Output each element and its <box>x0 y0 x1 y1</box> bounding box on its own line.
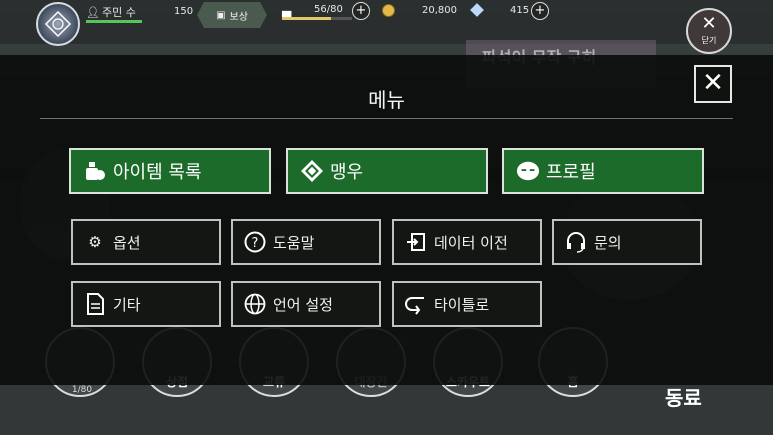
gold-value: 20,800 <box>422 5 457 16</box>
stamina-value: 56/80 <box>314 4 343 15</box>
help-icon: ? <box>243 230 267 254</box>
chest-icon: ▣ <box>216 9 226 21</box>
stamina-bar-fill <box>282 17 331 20</box>
inquiry-button[interactable]: 문의 <box>552 219 702 265</box>
help-button[interactable]: ? 도움말 <box>231 219 381 265</box>
item-list-button[interactable]: 아이템 목록 <box>69 148 271 194</box>
level-value: 150 <box>174 6 194 17</box>
etc-button[interactable]: 기타 <box>71 281 221 327</box>
avatar-emblem-icon <box>44 10 72 38</box>
return-to-title-button[interactable]: 타이틀로 <box>392 281 542 327</box>
data-transfer-button[interactable]: 데이터 이전 <box>392 219 542 265</box>
add-gems-button[interactable]: + <box>531 2 549 20</box>
language-settings-button[interactable]: 언어 설정 <box>231 281 381 327</box>
close-icon: ✕ <box>701 13 717 34</box>
add-stamina-button[interactable]: + <box>352 2 370 20</box>
gem-value: 415 <box>510 5 530 16</box>
stamina-bar <box>282 17 352 20</box>
options-button[interactable]: ⚙ 옵션 <box>71 219 221 265</box>
menu-title: 메뉴 <box>368 88 405 112</box>
profile-face-icon <box>516 159 540 183</box>
handshake-icon <box>300 159 324 183</box>
gold-coin-icon <box>382 4 395 17</box>
globe-icon <box>243 292 267 316</box>
page-counter: 1/80 <box>71 385 93 395</box>
player-avatar[interactable] <box>36 2 80 46</box>
close-icon: ✕ <box>702 68 724 98</box>
player-name: 👤︎ 주민 수 <box>86 5 136 20</box>
svg-text:?: ? <box>252 236 259 251</box>
menu-divider <box>40 118 733 119</box>
headset-icon <box>564 230 588 254</box>
close-menu-round-button[interactable]: ✕ 닫기 <box>686 8 732 54</box>
alliance-button[interactable]: 맹우 <box>286 148 488 194</box>
data-transfer-icon <box>404 230 428 254</box>
person-icon: 👤︎ <box>86 5 100 19</box>
return-icon <box>404 292 428 316</box>
item-bag-icon <box>83 159 107 183</box>
stamina-icon: ▄ <box>282 4 292 18</box>
reward-button[interactable]: ▣ 보상 <box>197 2 267 28</box>
profile-button[interactable]: 프로필 <box>502 148 704 194</box>
document-icon <box>83 292 107 316</box>
top-hud: 👤︎ 주민 수 150 ▣ 보상 ▄ 56/80 + 20,800 415 + <box>0 0 773 46</box>
companion-button[interactable]: 동료 <box>665 382 702 411</box>
gem-icon <box>470 3 484 17</box>
menu-close-button[interactable]: ✕ <box>694 65 732 103</box>
gear-icon: ⚙ <box>88 233 102 251</box>
hp-bar <box>86 20 142 23</box>
